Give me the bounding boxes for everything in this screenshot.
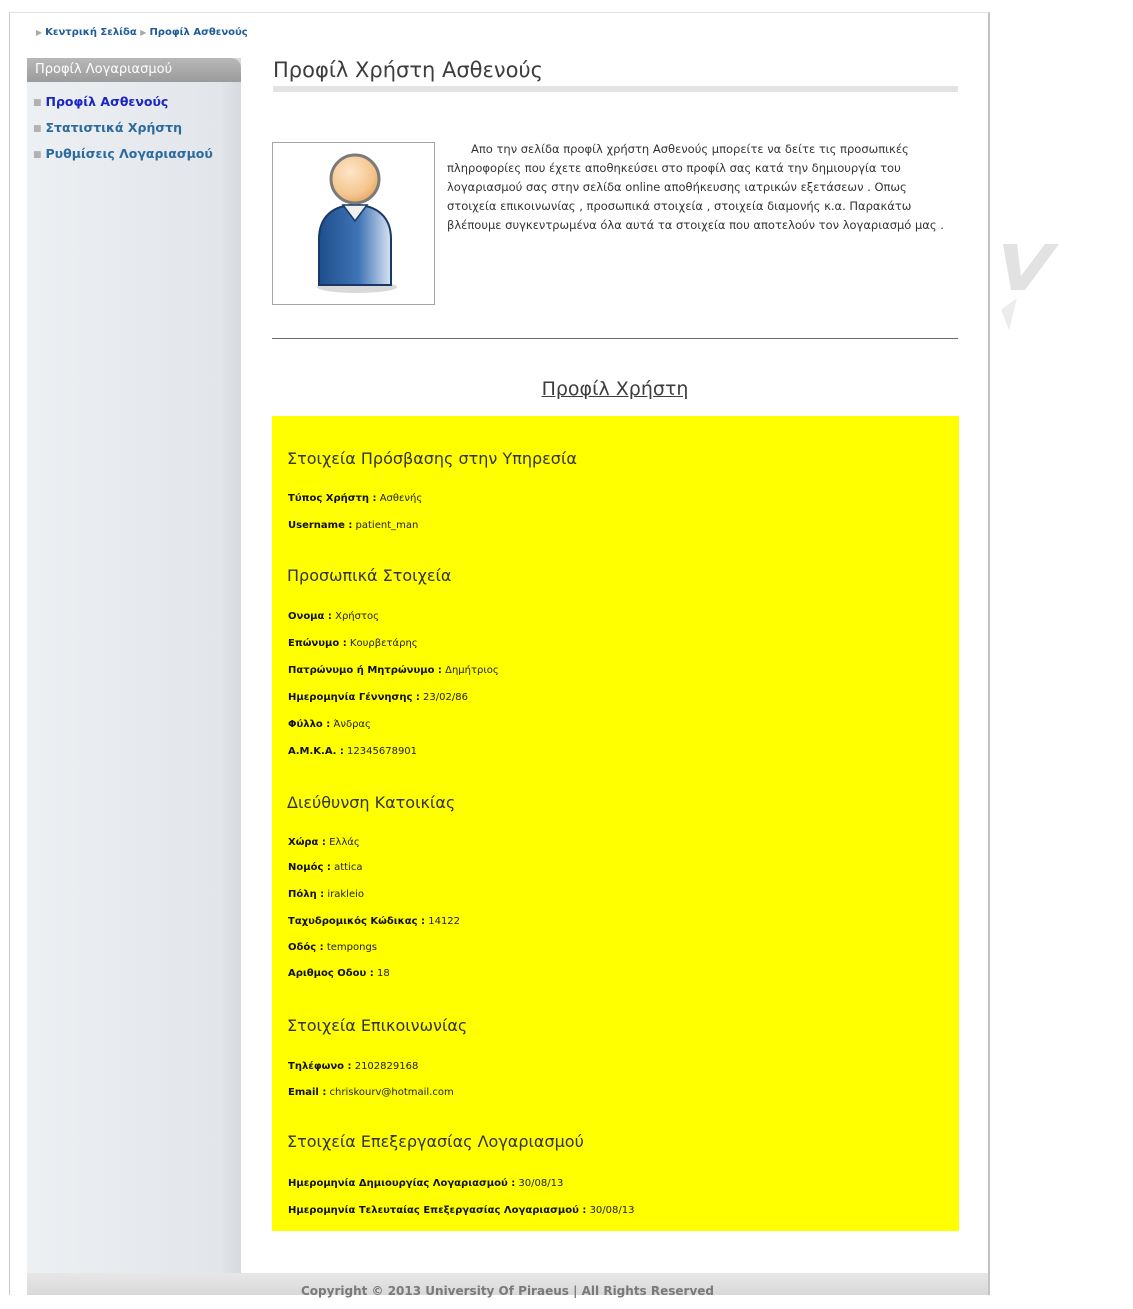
sidebar-menu: ■ Προφίλ Ασθενούς ■ Στατιστικά Χρήστη ■ Ρυθ… xyxy=(27,92,241,170)
field-label: Πατρώνυμο ή Μητρώνυμο : xyxy=(288,665,442,676)
street-field: Οδός : tempongs xyxy=(288,942,377,953)
sidebar: Προφίλ Λογαριασμού ■ Προφίλ Ασθενούς ■ Στα… xyxy=(27,58,241,1273)
breadcrumb: ▶ Κεντρική Σελίδα ▶ Προφίλ Ασθενούς xyxy=(36,27,248,38)
sidebar-item-label: Προφίλ Ασθενούς xyxy=(45,94,169,109)
field-label: Email : xyxy=(288,1087,327,1098)
last-name-field: Επώνυμο : Κουρβετάρης xyxy=(288,638,418,649)
field-label: Νομός : xyxy=(288,862,331,873)
field-value: 30/08/13 xyxy=(589,1205,635,1216)
birth-date-field: Ημερομηνία Γέννησης : 23/02/86 xyxy=(288,692,468,703)
page-title: Προφίλ Χρήστη Ασθενούς xyxy=(273,58,958,92)
field-value: Ασθενής xyxy=(379,493,423,504)
sidebar-item-label: Στατιστικά Χρήστη xyxy=(45,120,182,135)
field-label: Ημερομηνία Γέννησης : xyxy=(288,692,420,703)
user-avatar-icon xyxy=(317,153,397,293)
footer: Copyright © 2013 University Of Piraeus |… xyxy=(27,1273,988,1298)
field-value: 2102829168 xyxy=(354,1061,419,1072)
field-value: irakleio xyxy=(327,889,364,900)
sidebar-item-label: Ρυθμίσεις Λογαριασμού xyxy=(45,146,213,161)
field-value: chriskourv@hotmail.com xyxy=(329,1087,454,1098)
field-label: Επώνυμο : xyxy=(288,638,347,649)
amka-field: Α.Μ.Κ.Α. : 12345678901 xyxy=(288,746,417,757)
sidebar-item-account-settings[interactable]: ■ Ρυθμίσεις Λογαριασμού xyxy=(33,144,241,170)
field-label: Αριθμος Οδου : xyxy=(288,968,374,979)
field-label: Πόλη : xyxy=(288,889,325,900)
profile-heading-text: Προφίλ Χρήστη xyxy=(541,378,689,400)
field-value: 18 xyxy=(376,968,390,979)
field-value: Άνδρας xyxy=(333,719,371,730)
breadcrumb-home-link[interactable]: Κεντρική Σελίδα xyxy=(45,27,137,38)
breadcrumb-arrow-icon: ▶ xyxy=(140,28,147,37)
address-section-title: Διεύθυνση Κατοικίας xyxy=(287,793,456,812)
field-label: Ημερομηνία Τελευταίας Επεξεργασίας Λογαρ… xyxy=(288,1205,587,1216)
avatar xyxy=(272,142,435,305)
field-label: Τύπος Χρήστη : xyxy=(288,493,377,504)
field-value: attica xyxy=(334,862,363,873)
prefecture-field: Νομός : attica xyxy=(288,862,362,873)
intro-text: Απο την σελίδα προφίλ χρήστη Ασθενούς μπ… xyxy=(447,142,944,232)
field-value: Ελλάς xyxy=(329,837,360,848)
personal-section-title: Προσωπικά Στοιχεία xyxy=(287,566,452,585)
field-label: Τηλέφωνο : xyxy=(288,1061,352,1072)
field-label: Οδός : xyxy=(288,942,324,953)
profile-details-panel: Στοιχεία Πρόσβασης στην Υπηρεσία Τύπος Χ… xyxy=(272,416,959,1231)
created-date-field: Ημερομηνία Δημιουργίας Λογαριασμού : 30/… xyxy=(288,1178,563,1189)
street-number-field: Αριθμος Οδου : 18 xyxy=(288,968,390,979)
user-type-field: Τύπος Χρήστη : Ασθενής xyxy=(288,493,422,504)
first-name-field: Ονομα : Χρήστος xyxy=(288,611,379,622)
sidebar-item-patient-profile[interactable]: ■ Προφίλ Ασθενούς xyxy=(33,92,241,118)
breadcrumb-current: Προφίλ Ασθενούς xyxy=(149,27,248,38)
parent-name-field: Πατρώνυμο ή Μητρώνυμο : Δημήτριος xyxy=(288,665,499,676)
country-field: Χώρα : Ελλάς xyxy=(288,837,360,848)
field-value: Κουρβετάρης xyxy=(349,638,418,649)
bullet-icon: ■ xyxy=(33,150,42,160)
bullet-icon: ■ xyxy=(33,124,42,134)
field-label: Χώρα : xyxy=(288,837,326,848)
sidebar-title: Προφίλ Λογαριασμού xyxy=(27,58,241,82)
phone-field: Τηλέφωνο : 2102829168 xyxy=(288,1061,418,1072)
profile-heading: Προφίλ Χρήστη xyxy=(272,378,958,400)
email-field: Email : chriskourv@hotmail.com xyxy=(288,1087,454,1098)
field-label: Α.Μ.Κ.Α. : xyxy=(288,746,344,757)
postal-code-field: Ταχυδρομικός Κώδικας : 14122 xyxy=(288,916,460,927)
city-field: Πόλη : irakleio xyxy=(288,889,364,900)
field-value: Δημήτριος xyxy=(445,665,499,676)
field-value: Χρήστος xyxy=(335,611,379,622)
decorative-logo-icon xyxy=(1001,244,1059,330)
username-field: Username : patient_man xyxy=(288,520,418,531)
account-section-title: Στοιχεία Επεξεργασίας Λογαριασμού xyxy=(287,1132,584,1151)
field-label: Ημερομηνία Δημιουργίας Λογαριασμού : xyxy=(288,1178,516,1189)
field-label: Ταχυδρομικός Κώδικας : xyxy=(288,916,426,927)
bullet-icon: ■ xyxy=(33,98,42,108)
field-value: 12345678901 xyxy=(347,746,418,757)
field-value: 30/08/13 xyxy=(518,1178,564,1189)
breadcrumb-arrow-icon: ▶ xyxy=(36,28,43,37)
field-label: Φύλλο : xyxy=(288,719,331,730)
sidebar-item-user-statistics[interactable]: ■ Στατιστικά Χρήστη xyxy=(33,118,241,144)
access-section-title: Στοιχεία Πρόσβασης στην Υπηρεσία xyxy=(287,449,577,468)
field-value: 14122 xyxy=(428,916,461,927)
field-label: Ονομα : xyxy=(288,611,332,622)
modified-date-field: Ημερομηνία Τελευταίας Επεξεργασίας Λογαρ… xyxy=(288,1205,634,1216)
contact-section-title: Στοιχεία Επικοινωνίας xyxy=(287,1016,468,1035)
field-value: tempongs xyxy=(326,942,378,953)
field-label: Username : xyxy=(288,520,353,531)
copyright-text: Copyright © 2013 University Of Piraeus |… xyxy=(300,1284,714,1298)
divider xyxy=(272,338,958,339)
gender-field: Φύλλο : Άνδρας xyxy=(288,719,371,730)
field-value: 23/02/86 xyxy=(423,692,468,703)
field-value: patient_man xyxy=(355,520,419,531)
